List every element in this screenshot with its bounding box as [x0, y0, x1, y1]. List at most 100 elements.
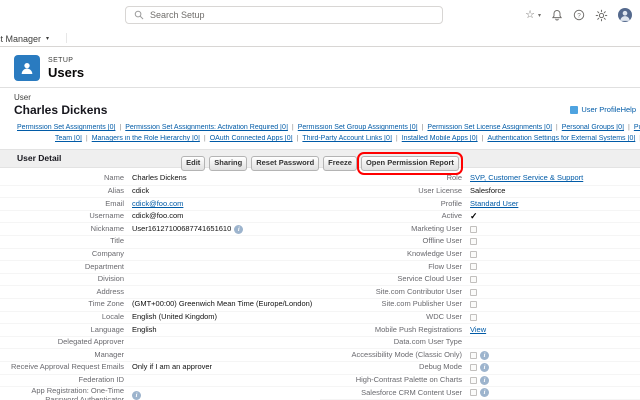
- reset-password-button[interactable]: Reset Password: [251, 156, 319, 171]
- related-list-link[interactable]: Permission Set Assignments [0]: [17, 124, 115, 131]
- field-value: ✓: [470, 211, 640, 221]
- detail-row: Receive Approval Request EmailsOnly if I…: [0, 362, 320, 375]
- related-list-link[interactable]: Permission Set Assignments: Activation R…: [125, 124, 288, 131]
- help-page-icon: [570, 106, 578, 114]
- setup-tab-bar: Object Manager ▾: [0, 30, 640, 47]
- field-label: Site.com Contributor User: [320, 288, 470, 297]
- field-label: Time Zone: [0, 300, 132, 309]
- checkbox-unchecked-icon: [470, 314, 477, 321]
- related-list-link[interactable]: Personal Groups [0]: [562, 124, 624, 131]
- field-label: Name: [0, 174, 132, 183]
- detail-row: RoleSVP, Customer Service & Support: [320, 173, 640, 186]
- field-label: Division: [0, 275, 132, 284]
- field-label: Salesforce CRM Content User: [320, 389, 470, 398]
- checkbox-unchecked-icon: [470, 364, 477, 371]
- freeze-button[interactable]: Freeze: [323, 156, 357, 171]
- checkbox-unchecked-icon: [470, 226, 477, 233]
- detail-row: Manager: [0, 349, 320, 362]
- detail-row: LocaleEnglish (United Kingdom): [0, 312, 320, 325]
- detail-row: Flow User: [320, 261, 640, 274]
- user-glyph-icon: [19, 60, 35, 76]
- setup-gear-icon[interactable]: [595, 9, 608, 22]
- field-value: cdick@foo.com: [132, 200, 320, 209]
- field-value-link[interactable]: SVP, Customer Service & Support: [470, 174, 583, 183]
- info-icon: i: [480, 363, 489, 372]
- link-separator: |: [119, 124, 121, 131]
- link-separator: |: [628, 124, 630, 131]
- favorites-star-icon[interactable]: ☆: [525, 10, 535, 21]
- field-value-text: cdick@foo.com: [132, 212, 183, 221]
- field-value: [470, 226, 640, 233]
- related-list-link[interactable]: OAuth Connected Apps [0]: [210, 135, 293, 142]
- checkbox-unchecked-icon: [470, 301, 477, 308]
- related-list-link[interactable]: Third-Party Account Links [0]: [302, 135, 391, 142]
- tab-object-manager[interactable]: Object Manager: [0, 29, 41, 47]
- field-value: i: [470, 376, 640, 385]
- detail-row: WDC User: [320, 312, 640, 325]
- open-permission-report-button[interactable]: Open Permission Report: [361, 156, 459, 171]
- field-label: Manager: [0, 351, 132, 360]
- classic-detail-frame: User Charles Dickens User ProfileHelp Pe…: [0, 87, 640, 400]
- link-separator: |: [86, 135, 88, 142]
- detail-row: NameCharles Dickens: [0, 173, 320, 186]
- sharing-button[interactable]: Sharing: [209, 156, 247, 171]
- related-list-link[interactable]: Authentication Settings for External Sys…: [487, 135, 635, 142]
- field-value: View: [470, 326, 640, 335]
- entity-type-label: User: [14, 93, 626, 102]
- field-value-link[interactable]: View: [470, 326, 486, 335]
- checkbox-unchecked-icon: [470, 289, 477, 296]
- related-list-link[interactable]: Permission Set License Assignments [0]: [427, 124, 552, 131]
- tab-chevron-icon[interactable]: ▾: [46, 35, 49, 42]
- setup-content: SETUP Users User Charles Dickens User Pr…: [0, 47, 640, 400]
- detail-row: Accessibility Mode (Classic Only)i: [320, 349, 640, 362]
- field-value-text: (GMT+00:00) Greenwich Mean Time (Europe/…: [132, 300, 312, 309]
- field-value-link[interactable]: cdick@foo.com: [132, 200, 183, 209]
- field-value: [470, 289, 640, 296]
- field-label: Flow User: [320, 263, 470, 272]
- field-value: i: [470, 351, 640, 360]
- help-for-page-link[interactable]: User ProfileHelp: [570, 105, 636, 114]
- field-value: English (United Kingdom): [132, 313, 320, 322]
- detail-row: Site.com Contributor User: [320, 286, 640, 299]
- notifications-bell-icon[interactable]: [551, 9, 563, 21]
- field-label: Alias: [0, 187, 132, 196]
- field-value: [470, 301, 640, 308]
- edit-button[interactable]: Edit: [181, 156, 205, 171]
- setup-title-block: SETUP Users: [48, 57, 84, 80]
- setup-page-header: SETUP Users: [0, 47, 640, 87]
- related-list-link[interactable]: Permission Set Group Assignments [0]: [298, 124, 418, 131]
- detail-row: Offline User: [320, 236, 640, 249]
- field-label: Service Cloud User: [320, 275, 470, 284]
- field-value: i: [470, 388, 640, 397]
- related-list-link[interactable]: Installed Mobile Apps [0]: [402, 135, 478, 142]
- related-list-link[interactable]: Managers in the Role Hierarchy [0]: [92, 135, 200, 142]
- info-icon: i: [132, 391, 141, 400]
- tab-object-manager-label[interactable]: Object Manager: [0, 34, 41, 44]
- global-header: Search Setup ☆ ▾ ?: [0, 0, 640, 31]
- checkbox-unchecked-icon: [470, 276, 477, 283]
- svg-text:?: ?: [577, 12, 581, 19]
- field-label: Delegated Approver: [0, 338, 132, 347]
- field-value: [470, 251, 640, 258]
- related-list-link[interactable]: Team [0]: [55, 135, 82, 142]
- link-separator: |: [556, 124, 558, 131]
- field-label: Nickname: [0, 225, 132, 234]
- field-label: App Registration: One-Time Password Auth…: [0, 387, 132, 400]
- help-icon[interactable]: ?: [573, 9, 585, 21]
- detail-row: Company: [0, 249, 320, 262]
- related-list-link[interactable]: Public Group Membership [0]: [634, 124, 640, 131]
- field-value: Charles Dickens: [132, 174, 320, 183]
- link-separator: |: [396, 135, 398, 142]
- entity-header: User Charles Dickens User ProfileHelp: [0, 91, 640, 117]
- field-value-link[interactable]: Standard User: [470, 200, 518, 209]
- detail-button-bar: Edit Sharing Reset Password Freeze Open Perm…: [0, 152, 640, 171]
- info-icon: i: [480, 376, 489, 385]
- field-label: Federation ID: [0, 376, 132, 385]
- field-value-text: Only if I am an approver: [132, 363, 212, 372]
- field-value: (GMT+00:00) Greenwich Mean Time (Europe/…: [132, 300, 320, 309]
- setup-search-input[interactable]: Search Setup: [125, 6, 443, 24]
- user-avatar[interactable]: [618, 8, 632, 22]
- detail-left-column: NameCharles DickensAliascdickEmailcdick@…: [0, 173, 320, 400]
- field-label: Username: [0, 212, 132, 221]
- favorites-chevron-icon[interactable]: ▾: [538, 12, 541, 19]
